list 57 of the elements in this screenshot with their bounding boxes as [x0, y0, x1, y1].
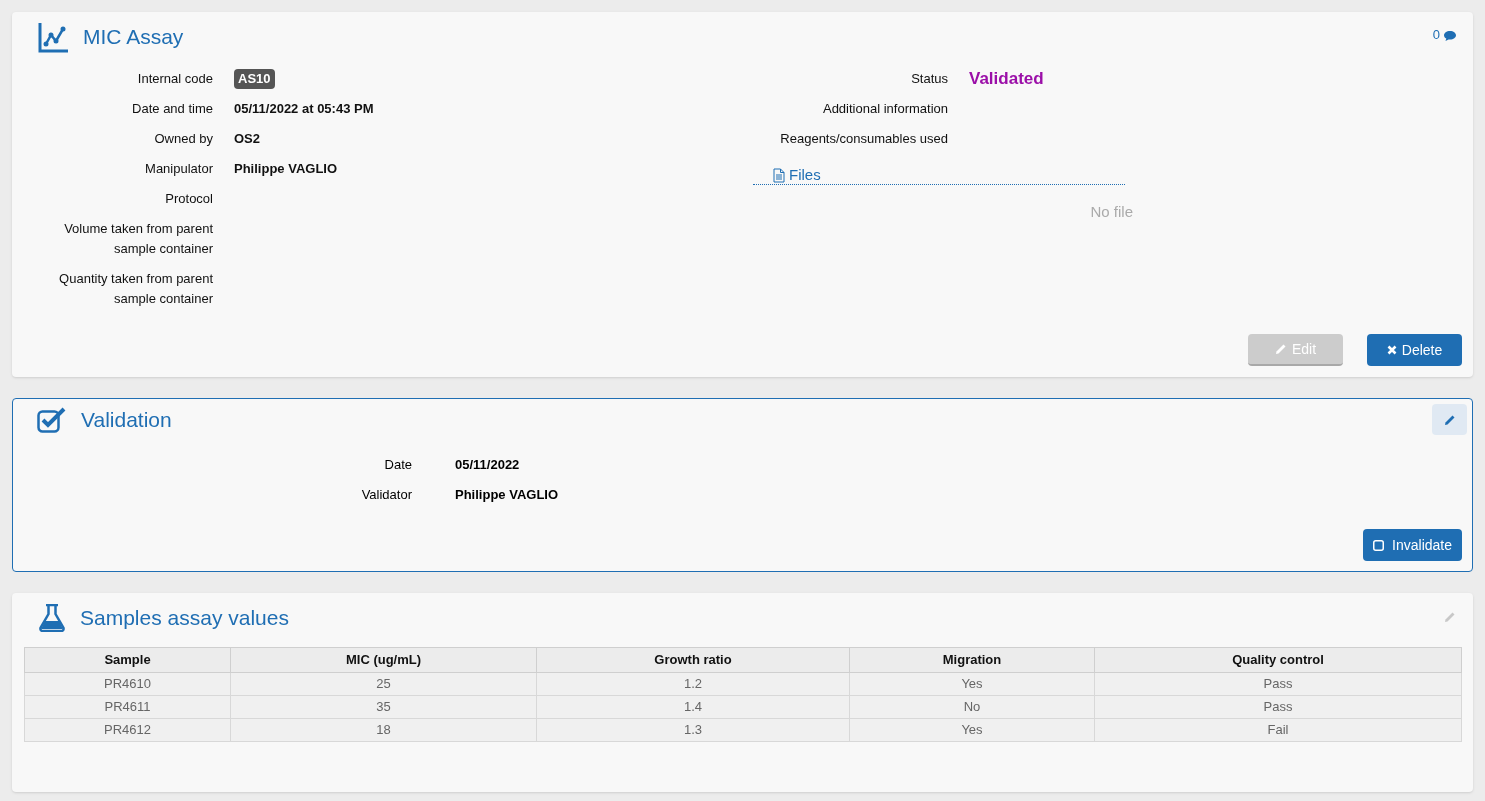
table-cell: No — [849, 695, 1095, 719]
field-value: OS2 — [234, 130, 260, 148]
code-badge: AS10 — [234, 69, 275, 89]
column-header: Migration — [849, 647, 1095, 673]
table-cell: Yes — [849, 672, 1095, 696]
table-cell: 1.3 — [536, 718, 850, 742]
pencil-icon — [1274, 343, 1287, 355]
table-cell: 1.2 — [536, 672, 850, 696]
table-cell: Pass — [1094, 672, 1462, 696]
close-icon — [1386, 345, 1397, 355]
card-title: Validation — [81, 406, 172, 433]
speech-bubble-icon[interactable] — [1443, 30, 1457, 42]
card-title: MIC Assay — [83, 24, 184, 51]
pencil-icon[interactable] — [1444, 611, 1456, 623]
field-value: Philippe VAGLIO — [234, 160, 338, 178]
field-label: Date and time — [131, 100, 213, 118]
field-value: 05/11/2022 — [455, 456, 520, 474]
table-cell: Yes — [849, 718, 1095, 742]
column-header: Sample — [24, 647, 231, 673]
field-label: Manipulator — [144, 160, 213, 178]
field-value: Philippe VAGLIO — [455, 486, 559, 504]
field-label: Volume taken from parent sample container — [63, 220, 213, 258]
field-value: 05/11/2022 at 05:43 PM — [234, 100, 374, 118]
table-cell: PR4612 — [24, 718, 231, 742]
edit-button[interactable] — [1432, 404, 1467, 435]
column-header: Growth ratio — [536, 647, 850, 673]
table-cell: 18 — [230, 718, 537, 742]
field-label: Validator — [360, 486, 412, 504]
checkbox-icon — [1373, 539, 1385, 551]
no-file-text: No file — [1090, 202, 1133, 222]
field-label: Owned by — [153, 130, 213, 148]
line-chart-icon — [38, 21, 69, 53]
field-label: Additional information — [821, 100, 948, 118]
table-cell: 35 — [230, 695, 537, 719]
field-label: Date — [383, 456, 412, 474]
checked-box-icon — [37, 406, 66, 433]
table-cell: 25 — [230, 672, 537, 696]
table-cell: PR4610 — [24, 672, 231, 696]
invalidate-button[interactable]: Invalidate — [1363, 529, 1462, 561]
status-text: Validated — [969, 69, 1044, 89]
flask-icon — [39, 604, 65, 632]
field-label: Protocol — [164, 190, 213, 208]
comment-count[interactable]: 0 — [1432, 25, 1440, 45]
field-label: Status — [910, 70, 948, 88]
field-label: Quantity taken from parent sample container — [58, 270, 213, 308]
pencil-icon — [1443, 413, 1456, 426]
column-header: MIC (ug/mL) — [230, 647, 537, 673]
files-link[interactable]: Files — [789, 166, 821, 184]
table-cell: 1.4 — [536, 695, 850, 719]
table-cell: Fail — [1094, 718, 1462, 742]
table-cell: Pass — [1094, 695, 1462, 719]
card-title: Samples assay values — [80, 605, 289, 632]
field-label: Reagents/consumables used — [779, 130, 948, 148]
delete-button[interactable]: Delete — [1367, 334, 1462, 366]
column-header: Quality control — [1094, 647, 1462, 673]
field-label: Internal code — [136, 70, 213, 88]
table-cell: PR4611 — [24, 695, 231, 719]
